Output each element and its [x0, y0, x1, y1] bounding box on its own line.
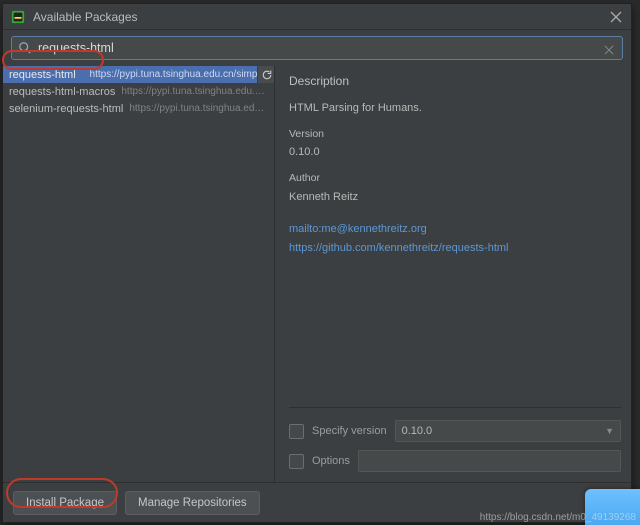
refresh-icon[interactable]	[257, 66, 274, 83]
search-bar	[3, 30, 631, 66]
repo-link[interactable]: https://github.com/kennethreitz/requests…	[289, 240, 621, 257]
package-row[interactable]: selenium-requests-html https://pypi.tuna…	[3, 100, 274, 117]
package-name: requests-html-macros	[9, 86, 115, 98]
clear-search-icon[interactable]	[604, 42, 616, 54]
install-package-button[interactable]: Install Package	[13, 491, 117, 515]
package-source: https://pypi.tuna.tsinghua.edu.cn/simple…	[82, 69, 268, 80]
package-row[interactable]: requests-html https://pypi.tuna.tsinghua…	[3, 66, 274, 83]
specify-version-row: Specify version 0.10.0 ▼	[289, 416, 621, 446]
version-label: Version	[289, 127, 621, 143]
author-email-link[interactable]: mailto:me@kennethreitz.org	[289, 221, 621, 238]
dialog-title: Available Packages	[33, 10, 609, 24]
search-icon	[18, 41, 32, 55]
package-name: requests-html	[9, 69, 76, 81]
options-input[interactable]	[358, 450, 621, 472]
search-input[interactable]	[38, 41, 598, 55]
options-row: Options	[289, 446, 621, 476]
package-list[interactable]: requests-html https://pypi.tuna.tsinghua…	[3, 66, 274, 482]
specify-version-label: Specify version	[312, 425, 387, 437]
description-panel: Description HTML Parsing for Humans. Ver…	[275, 66, 631, 482]
author-label: Author	[289, 171, 621, 187]
search-field-wrap[interactable]	[11, 36, 623, 60]
author-value: Kenneth Reitz	[289, 189, 621, 206]
available-packages-dialog: Available Packages requests-html https:/…	[2, 3, 632, 523]
specify-version-dropdown[interactable]: 0.10.0 ▼	[395, 420, 621, 442]
specify-version-value: 0.10.0	[402, 425, 433, 437]
package-source: https://pypi.tuna.tsinghua.edu.cn/simple…	[129, 103, 268, 114]
dialog-body: requests-html https://pypi.tuna.tsinghua…	[3, 66, 631, 482]
titlebar: Available Packages	[3, 4, 631, 30]
dialog-footer: Install Package Manage Repositories	[3, 482, 631, 522]
description-heading: Description	[289, 74, 621, 88]
version-value: 0.10.0	[289, 144, 621, 161]
install-options: Specify version 0.10.0 ▼ Options	[289, 407, 621, 482]
chevron-down-icon: ▼	[605, 426, 614, 436]
package-list-panel: requests-html https://pypi.tuna.tsinghua…	[3, 66, 275, 482]
manage-repositories-button[interactable]: Manage Repositories	[125, 491, 260, 515]
options-label: Options	[312, 455, 350, 467]
close-icon[interactable]	[609, 10, 623, 24]
corner-widget[interactable]	[585, 489, 640, 525]
package-row[interactable]: requests-html-macros https://pypi.tuna.t…	[3, 83, 274, 100]
package-name: selenium-requests-html	[9, 103, 123, 115]
options-checkbox[interactable]	[289, 454, 304, 469]
description-summary: HTML Parsing for Humans.	[289, 100, 621, 117]
app-icon	[11, 10, 25, 24]
description-body: HTML Parsing for Humans. Version 0.10.0 …	[289, 100, 621, 401]
specify-version-checkbox[interactable]	[289, 424, 304, 439]
package-source: https://pypi.tuna.tsinghua.edu.cn/simple…	[121, 86, 268, 97]
